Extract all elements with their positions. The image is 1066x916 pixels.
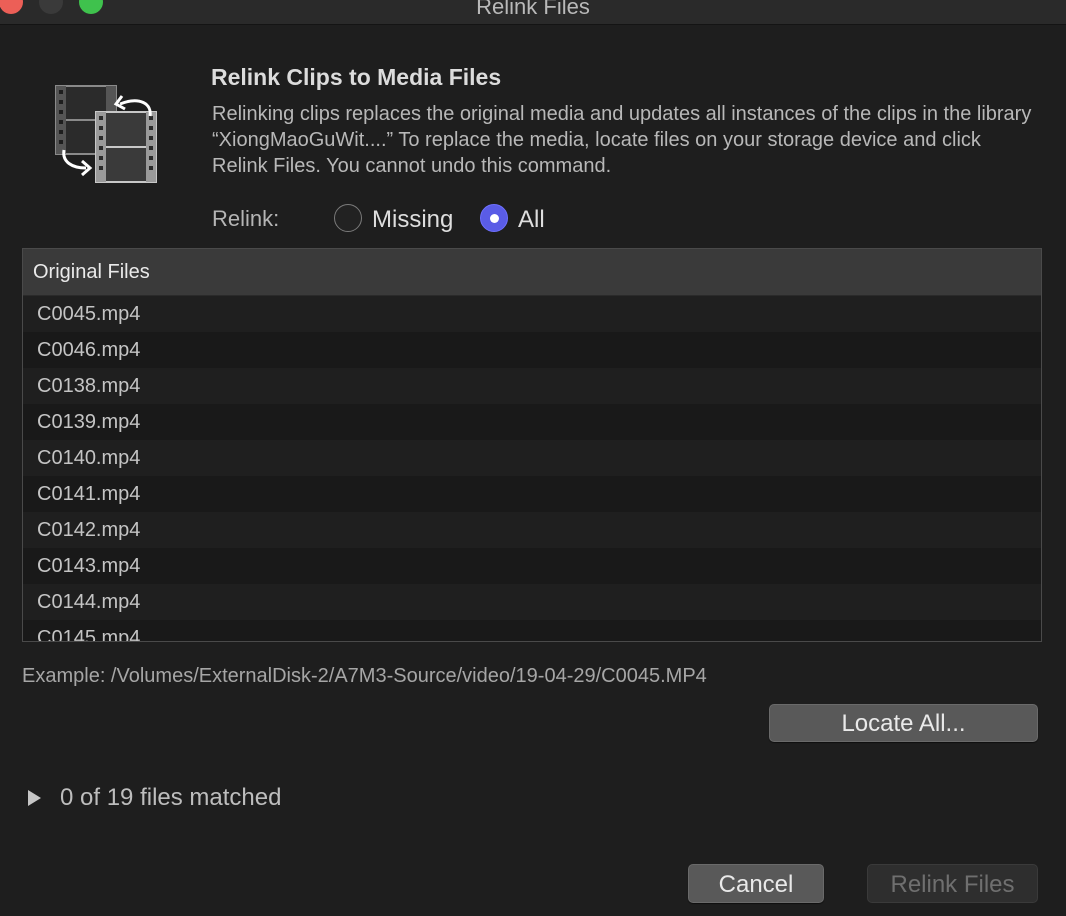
disclosure-triangle-icon[interactable] xyxy=(28,790,41,806)
locate-all-button[interactable]: Locate All... xyxy=(769,704,1038,742)
original-files-table[interactable]: Original Files C0045.mp4 C0046.mp4 C0138.m… xyxy=(22,248,1042,642)
relink-missing-radio[interactable] xyxy=(334,204,362,232)
dialog-heading: Relink Clips to Media Files xyxy=(211,64,502,90)
table-row[interactable]: C0142.mp4 xyxy=(23,512,1041,548)
table-row[interactable]: C0045.mp4 xyxy=(23,296,1041,332)
table-row[interactable]: C0143.mp4 xyxy=(23,548,1041,584)
relink-files-button[interactable]: Relink Files xyxy=(867,864,1038,903)
example-path: Example: /Volumes/ExternalDisk-2/A7M3-So… xyxy=(22,665,707,687)
table-row[interactable]: C0144.mp4 xyxy=(23,584,1041,620)
table-body: C0045.mp4 C0046.mp4 C0138.mp4 C0139.mp4 C014… xyxy=(23,296,1041,641)
table-row[interactable]: C0141.mp4 xyxy=(23,476,1041,512)
table-row[interactable]: C0140.mp4 xyxy=(23,440,1041,476)
window-title: Relink Files xyxy=(476,0,590,19)
title-bar: Relink Files xyxy=(0,0,1066,25)
relink-missing-label[interactable]: Missing xyxy=(372,206,453,234)
matched-count-text: 0 of 19 files matched xyxy=(60,784,282,811)
table-row[interactable]: C0046.mp4 xyxy=(23,332,1041,368)
relink-all-radio[interactable] xyxy=(480,204,508,232)
column-header-original-files[interactable]: Original Files xyxy=(23,249,1041,296)
relink-label: Relink: xyxy=(212,206,280,231)
relink-film-icon xyxy=(55,85,157,183)
dialog-description: Relinking clips replaces the original me… xyxy=(212,103,1032,177)
relink-all-label[interactable]: All xyxy=(518,206,545,234)
table-row[interactable]: C0139.mp4 xyxy=(23,404,1041,440)
table-row[interactable]: C0138.mp4 xyxy=(23,368,1041,404)
table-row[interactable]: C0145.mp4 xyxy=(23,620,1041,641)
cancel-button[interactable]: Cancel xyxy=(688,864,824,903)
